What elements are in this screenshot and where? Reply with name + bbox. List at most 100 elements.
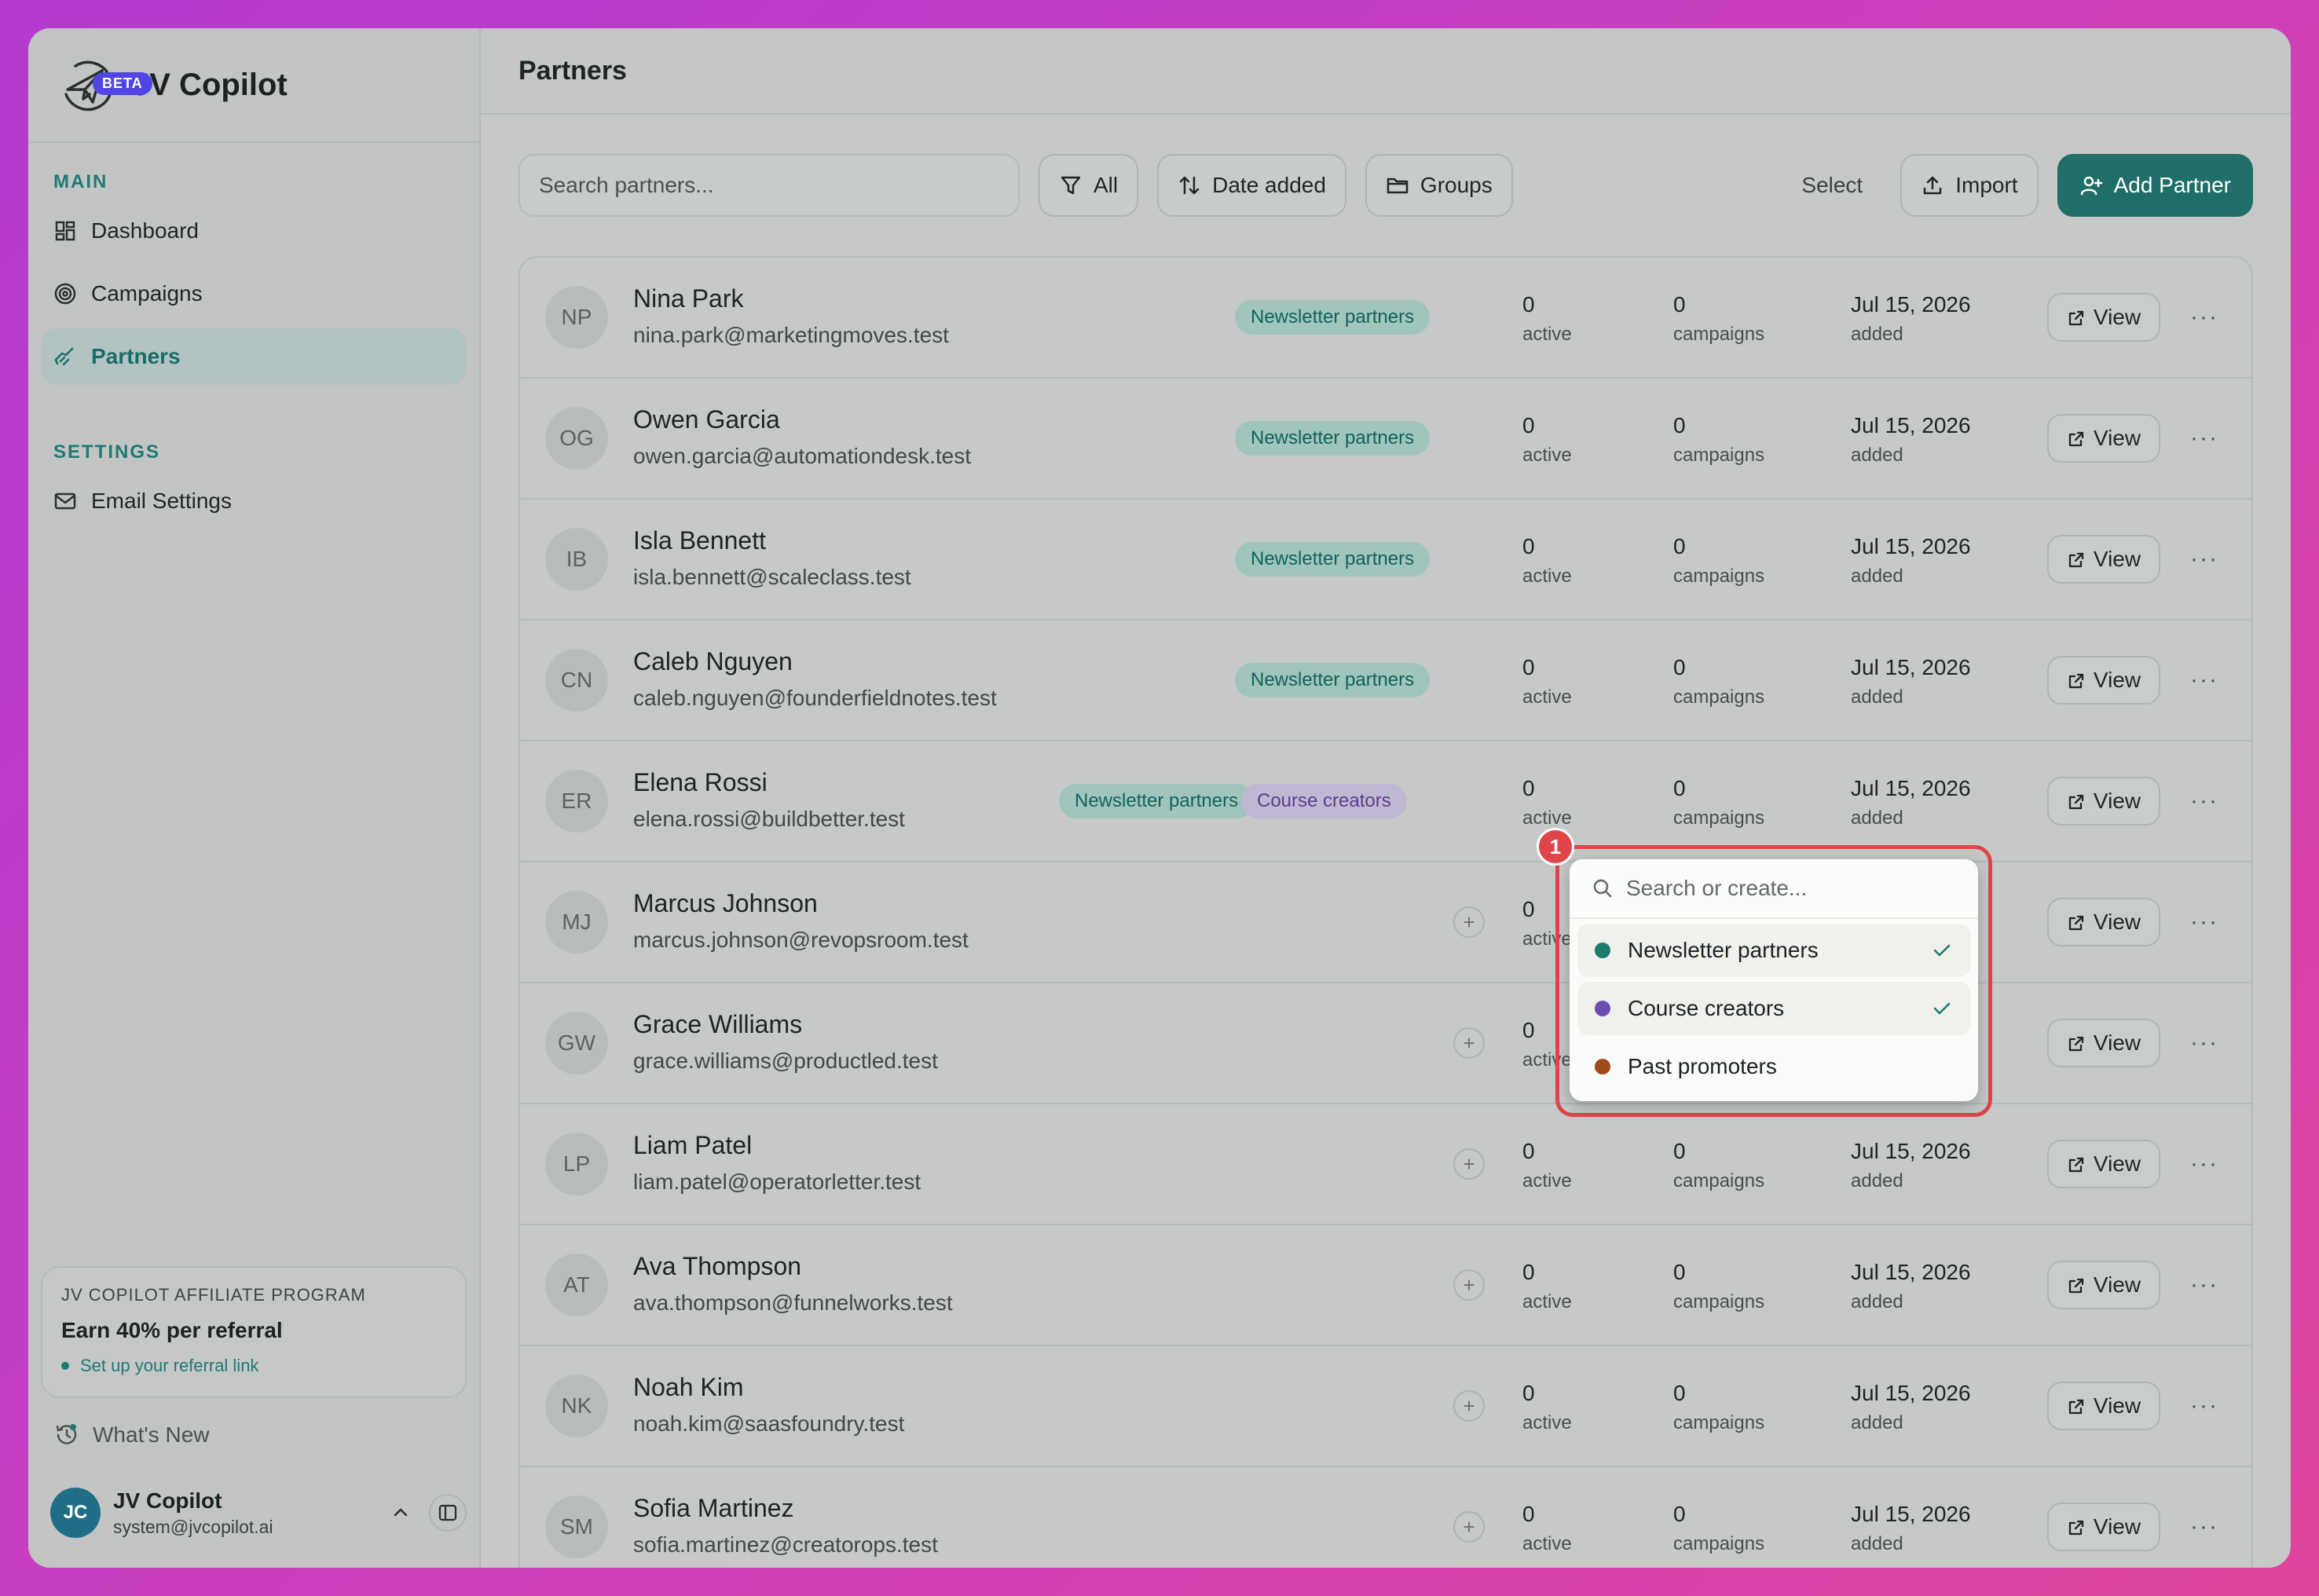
sidebar-item-email-settings[interactable]: Email Settings — [41, 473, 467, 529]
view-button[interactable]: View — [2047, 1382, 2160, 1430]
more-options-icon[interactable]: ··· — [2190, 304, 2218, 331]
add-group-button[interactable]: + — [1453, 1148, 1485, 1180]
view-button[interactable]: View — [2047, 656, 2160, 705]
step-badge: 1 — [1537, 828, 1574, 866]
view-button[interactable]: View — [2047, 1503, 2160, 1551]
page-title: Partners — [518, 55, 627, 86]
view-button[interactable]: View — [2047, 293, 2160, 342]
date-added: Jul 15, 2026added — [1851, 776, 1971, 829]
affiliate-label: JV COPILOT AFFILIATE PROGRAM — [61, 1285, 366, 1305]
add-group-button[interactable]: + — [1453, 906, 1485, 938]
partner-name[interactable]: Caleb Nguyen — [633, 647, 997, 676]
view-button[interactable]: View — [2047, 1019, 2160, 1067]
more-options-icon[interactable]: ··· — [2190, 425, 2218, 452]
table-row[interactable]: CN Caleb Nguyen caleb.nguyen@founderfieldn… — [520, 620, 2251, 741]
more-options-icon[interactable]: ··· — [2190, 1151, 2218, 1177]
sidebar-item-campaigns[interactable]: Campaigns — [41, 265, 467, 322]
select-button[interactable]: Select — [1782, 154, 1881, 217]
user-menu[interactable]: JC JV Copilot system@jvcopilot.ai — [50, 1480, 467, 1546]
more-options-icon[interactable]: ··· — [2190, 1514, 2218, 1540]
partner-name[interactable]: Isla Bennett — [633, 526, 911, 555]
chevron-up-icon[interactable] — [385, 1497, 416, 1528]
group-search-input[interactable]: Search or create... — [1570, 859, 1978, 919]
campaigns-count: 0campaigns — [1673, 292, 1765, 345]
view-button[interactable]: View — [2047, 1140, 2160, 1188]
group-tag[interactable]: Newsletter partners — [1235, 421, 1431, 456]
group-tag[interactable]: Newsletter partners — [1235, 300, 1431, 335]
more-options-icon[interactable]: ··· — [2190, 1272, 2218, 1298]
table-row[interactable]: OG Owen Garcia owen.garcia@automationdesk.… — [520, 379, 2251, 500]
view-label: View — [2093, 1151, 2141, 1176]
partner-name[interactable]: Nina Park — [633, 284, 949, 313]
filter-button[interactable]: All — [1039, 154, 1139, 217]
partner-name[interactable]: Liam Patel — [633, 1131, 921, 1160]
referral-link[interactable]: Set up your referral link — [61, 1356, 446, 1376]
active-count: 0 active — [1522, 413, 1572, 466]
add-group-button[interactable]: + — [1453, 1027, 1485, 1059]
external-link-icon — [2067, 550, 2086, 569]
table-row[interactable]: ER Elena Rossi elena.rossi@buildbetter.tes… — [520, 741, 2251, 862]
add-partner-button[interactable]: Add Partner — [2057, 154, 2253, 217]
section-label-settings: SETTINGS — [53, 441, 161, 463]
status-dot — [61, 1362, 69, 1370]
group-tag[interactable]: Newsletter partners — [1235, 663, 1431, 697]
partner-name[interactable]: Elena Rossi — [633, 768, 905, 797]
import-button[interactable]: Import — [1900, 154, 2039, 217]
view-button[interactable]: View — [2047, 535, 2160, 584]
more-options-icon[interactable]: ··· — [2190, 667, 2218, 694]
brand-header[interactable]: BETA JV Copilot — [28, 28, 479, 143]
upload-icon — [1921, 174, 1944, 197]
table-row[interactable]: NK Noah Kim noah.kim@saasfoundry.test +0 act… — [520, 1346, 2251, 1467]
group-option-course-creators[interactable]: Course creators — [1577, 982, 1970, 1035]
more-options-icon[interactable]: ··· — [2190, 788, 2218, 814]
table-row[interactable]: IB Isla Bennett isla.bennett@scaleclass.te… — [520, 500, 2251, 620]
search-input[interactable]: Search partners... — [518, 154, 1020, 217]
avatar: GW — [545, 1012, 608, 1074]
view-button[interactable]: View — [2047, 414, 2160, 463]
group-color-dot — [1595, 943, 1610, 958]
group-tag[interactable]: Newsletter partners — [1059, 784, 1255, 818]
view-label: View — [2093, 547, 2141, 571]
group-color-dot — [1595, 1001, 1610, 1016]
active-count: 0 active — [1522, 776, 1572, 829]
view-button[interactable]: View — [2047, 777, 2160, 825]
view-button[interactable]: View — [2047, 1261, 2160, 1309]
partner-name[interactable]: Owen Garcia — [633, 405, 971, 434]
add-group-button[interactable]: + — [1453, 1511, 1485, 1543]
group-option-newsletter-partners[interactable]: Newsletter partners — [1577, 924, 1970, 977]
sort-button[interactable]: Date added — [1157, 154, 1346, 217]
table-row[interactable]: NP Nina Park nina.park@marketingmoves.test… — [520, 258, 2251, 379]
group-tag[interactable]: Newsletter partners — [1235, 542, 1431, 577]
more-options-icon[interactable]: ··· — [2190, 1030, 2218, 1056]
panel-left-icon — [438, 1504, 457, 1521]
table-row[interactable]: LP Liam Patel liam.patel@operatorletter.te… — [520, 1104, 2251, 1225]
sidebar-item-partners[interactable]: Partners — [41, 328, 467, 385]
groups-button[interactable]: Groups — [1365, 154, 1513, 217]
partner-name[interactable]: Grace Williams — [633, 1010, 938, 1039]
partner-name[interactable]: Sofia Martinez — [633, 1494, 938, 1523]
external-link-icon — [2067, 308, 2086, 327]
more-options-icon[interactable]: ··· — [2190, 546, 2218, 573]
toggle-sidebar-button[interactable] — [429, 1494, 467, 1532]
sidebar-item-dashboard[interactable]: Dashboard — [41, 203, 467, 259]
sort-label: Date added — [1212, 173, 1326, 197]
avatar: JC — [50, 1488, 101, 1538]
group-tag[interactable]: Course creators — [1241, 784, 1407, 818]
table-row[interactable]: AT Ava Thompson ava.thompson@funnelworks.t… — [520, 1225, 2251, 1346]
add-group-button[interactable]: + — [1453, 1390, 1485, 1422]
affiliate-title: Earn 40% per referral — [61, 1318, 283, 1342]
view-button[interactable]: View — [2047, 898, 2160, 946]
partner-name[interactable]: Marcus Johnson — [633, 889, 969, 918]
whats-new-link[interactable]: What's New — [53, 1422, 210, 1448]
more-options-icon[interactable]: ··· — [2190, 909, 2218, 935]
avatar: CN — [545, 649, 608, 712]
partner-name[interactable]: Noah Kim — [633, 1373, 904, 1402]
add-group-button[interactable]: + — [1453, 1269, 1485, 1301]
affiliate-card[interactable]: JV COPILOT AFFILIATE PROGRAM Earn 40% pe… — [41, 1266, 467, 1398]
view-label: View — [2093, 1514, 2141, 1539]
group-option-past-promoters[interactable]: Past promoters — [1577, 1040, 1970, 1093]
table-row[interactable]: SM Sofia Martinez sofia.martinez@creatorop… — [520, 1467, 2251, 1568]
add-partner-label: Add Partner — [2113, 173, 2231, 197]
partner-name[interactable]: Ava Thompson — [633, 1252, 953, 1281]
more-options-icon[interactable]: ··· — [2190, 1393, 2218, 1419]
